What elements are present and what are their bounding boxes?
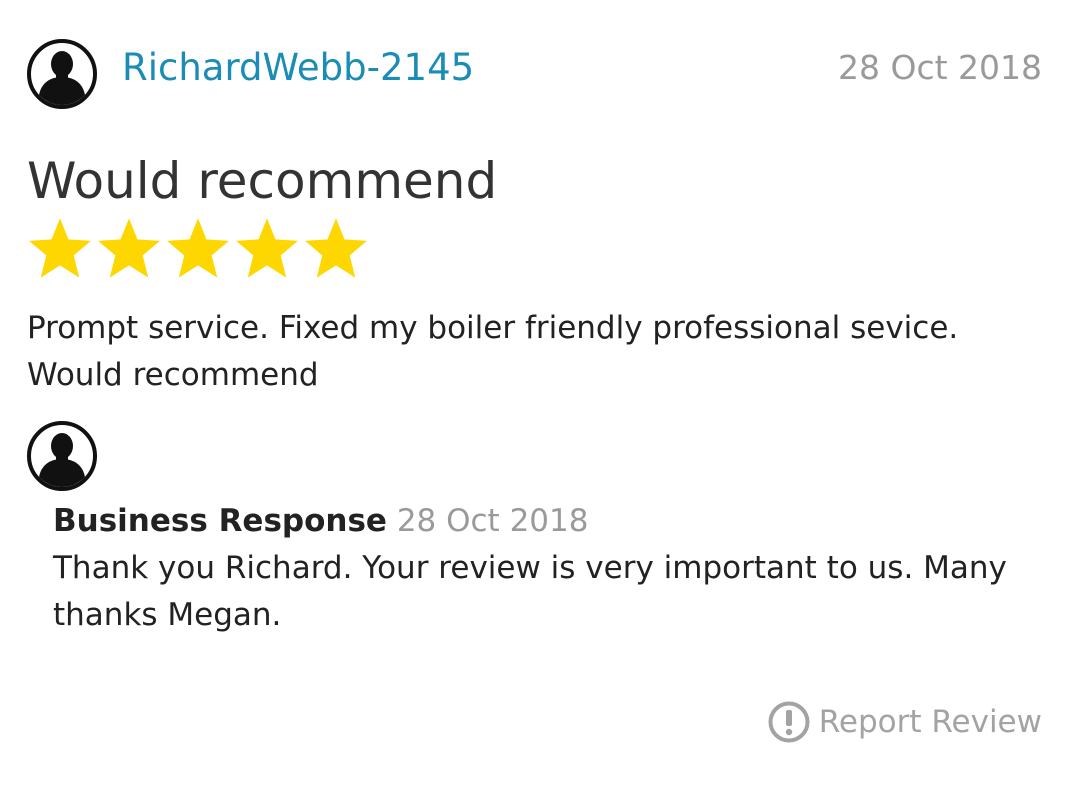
response-body: Thank you Richard. Your review is very i… bbox=[53, 550, 1007, 633]
review-title: Would recommend bbox=[27, 152, 498, 210]
business-avatar-icon bbox=[27, 421, 97, 491]
response-label: Business Response bbox=[53, 503, 387, 539]
star-icon bbox=[29, 218, 91, 278]
report-review-button[interactable]: Report Review bbox=[767, 698, 1042, 746]
response-date: 28 Oct 2018 bbox=[396, 503, 589, 539]
star-icon bbox=[236, 218, 298, 278]
review-card: RichardWebb-2145 28 Oct 2018 Would recom… bbox=[0, 0, 1078, 812]
review-body: Prompt service. Fixed my boiler friendly… bbox=[27, 310, 959, 393]
star-icon bbox=[167, 218, 229, 278]
report-review-label: Report Review bbox=[818, 704, 1042, 740]
review-date: 28 Oct 2018 bbox=[837, 48, 1042, 87]
star-icon bbox=[305, 218, 367, 278]
reviewer-name-link[interactable]: RichardWebb-2145 bbox=[122, 44, 474, 92]
star-rating bbox=[25, 214, 370, 284]
response-header: Business Response 28 Oct 2018 bbox=[53, 498, 588, 544]
star-icon bbox=[98, 218, 160, 278]
exclamation-circle-icon bbox=[768, 701, 810, 743]
reviewer-avatar-icon bbox=[27, 39, 97, 109]
